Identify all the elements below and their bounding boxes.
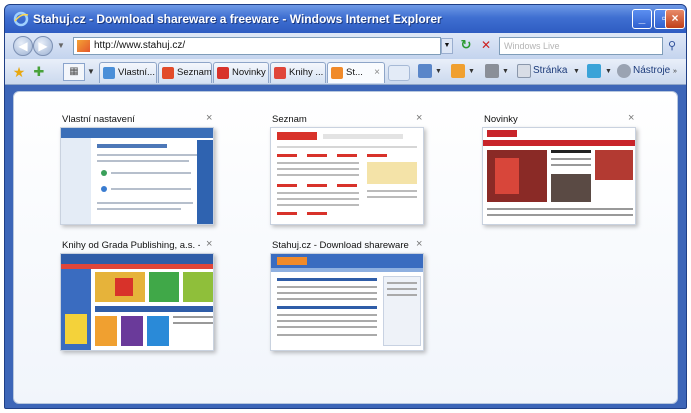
back-button[interactable]: ◀ bbox=[13, 36, 33, 56]
home-dropdown[interactable]: ▼ bbox=[435, 68, 442, 75]
page-dropdown[interactable]: ▼ bbox=[573, 68, 580, 75]
tab-label: Vlastní... bbox=[118, 67, 155, 78]
tab-label: St... bbox=[346, 67, 363, 78]
feeds-icon[interactable] bbox=[451, 64, 465, 78]
thumbnail-title: Stahuj.cz - Download shareware ... bbox=[272, 240, 410, 251]
page-menu[interactable]: Stránka bbox=[533, 65, 567, 76]
address-url: http://www.stahuj.cz/ bbox=[94, 40, 186, 51]
tab-knihy[interactable]: Knihy ... bbox=[270, 62, 326, 83]
quick-tab-thumbnail[interactable]: Stahuj.cz - Download shareware ... × bbox=[268, 238, 428, 358]
quick-tabs-button[interactable]: ▦ bbox=[63, 63, 85, 81]
forward-button[interactable]: ▶ bbox=[33, 36, 53, 56]
thumbnail-close-icon[interactable]: × bbox=[206, 238, 212, 250]
tab-favicon-icon bbox=[162, 67, 174, 79]
tab-favicon-icon bbox=[274, 67, 286, 79]
new-tab-button[interactable] bbox=[388, 65, 410, 81]
page-preview-image bbox=[482, 127, 636, 225]
tab-list-dropdown[interactable]: ▼ bbox=[87, 67, 95, 76]
stop-icon[interactable]: ✕ bbox=[478, 38, 494, 54]
quick-tab-thumbnail[interactable]: Seznam × bbox=[268, 112, 428, 232]
tools-gear-icon bbox=[617, 64, 631, 78]
thumbnail-close-icon[interactable]: × bbox=[416, 238, 422, 250]
recent-pages-dropdown[interactable]: ▼ bbox=[57, 41, 65, 50]
feeds-dropdown[interactable]: ▼ bbox=[468, 68, 475, 75]
search-placeholder: Windows Live bbox=[504, 41, 560, 51]
page-preview-image bbox=[60, 127, 214, 225]
tab-vlastni[interactable]: Vlastní... bbox=[99, 62, 157, 83]
internet-explorer-icon bbox=[13, 11, 29, 27]
tab-label: Knihy ... bbox=[289, 67, 324, 78]
tab-novinky[interactable]: Novinky bbox=[213, 62, 269, 83]
page-preview-image bbox=[270, 127, 424, 225]
tab-favicon-icon bbox=[331, 67, 343, 79]
address-input[interactable]: http://www.stahuj.cz/ bbox=[73, 37, 441, 55]
toolbar-overflow-chevron[interactable]: » bbox=[673, 68, 677, 75]
tools-menu[interactable]: Nástroje bbox=[633, 65, 670, 76]
quick-tabs-view: Vlastní nastavení × Seznam × Novinky × K… bbox=[13, 91, 678, 404]
research-icon[interactable] bbox=[587, 64, 601, 78]
research-dropdown[interactable]: ▼ bbox=[605, 68, 612, 75]
thumbnail-title: Knihy od Grada Publishing, a.s. - ... bbox=[62, 240, 200, 251]
search-icon[interactable]: ⚲ bbox=[665, 37, 679, 55]
add-favorite-icon[interactable]: ✚ bbox=[31, 64, 47, 80]
thumbnail-title: Novinky bbox=[484, 114, 518, 125]
quick-tab-thumbnail[interactable]: Vlastní nastavení × bbox=[58, 112, 218, 232]
tab-close-icon[interactable]: × bbox=[374, 63, 380, 82]
search-input[interactable]: Windows Live bbox=[499, 37, 663, 55]
refresh-icon[interactable]: ↻ bbox=[457, 37, 475, 55]
title-bar: Stahuj.cz - Download shareware a freewar… bbox=[5, 5, 686, 33]
minimize-button[interactable]: _ bbox=[632, 9, 652, 29]
thumbnail-close-icon[interactable]: × bbox=[628, 112, 634, 124]
print-icon[interactable] bbox=[485, 64, 499, 78]
thumbnail-close-icon[interactable]: × bbox=[206, 112, 212, 124]
home-icon[interactable] bbox=[418, 64, 432, 78]
thumbnail-title: Seznam bbox=[272, 114, 307, 125]
tab-favicon-icon bbox=[217, 67, 229, 79]
quick-tab-thumbnail[interactable]: Novinky × bbox=[480, 112, 640, 232]
tab-seznam[interactable]: Seznam bbox=[158, 62, 212, 83]
ie-window: Stahuj.cz - Download shareware a freewar… bbox=[4, 4, 687, 409]
address-toolbar: ◀ ▶ ▼ http://www.stahuj.cz/ ▼ ↻ ✕ Window… bbox=[5, 33, 686, 59]
tab-favicon-icon bbox=[103, 67, 115, 79]
page-preview-image bbox=[60, 253, 214, 351]
print-dropdown[interactable]: ▼ bbox=[502, 68, 509, 75]
tab-label: Seznam bbox=[177, 67, 212, 78]
close-window-button[interactable]: × bbox=[665, 9, 685, 29]
favorites-star-icon[interactable]: ★ bbox=[11, 64, 27, 80]
page-icon bbox=[517, 64, 531, 78]
thumbnail-close-icon[interactable]: × bbox=[416, 112, 422, 124]
site-favicon-icon bbox=[77, 40, 90, 52]
tab-stahuj[interactable]: St... × bbox=[327, 62, 385, 83]
tab-bar: ★ ✚ ▦ ▼ Vlastní... Seznam Novinky Knihy … bbox=[5, 59, 686, 85]
tab-label: Novinky bbox=[232, 67, 266, 78]
window-title: Stahuj.cz - Download shareware a freewar… bbox=[33, 12, 442, 26]
quick-tab-thumbnail[interactable]: Knihy od Grada Publishing, a.s. - ... × bbox=[58, 238, 218, 358]
thumbnail-title: Vlastní nastavení bbox=[62, 114, 135, 125]
address-dropdown-button[interactable]: ▼ bbox=[441, 38, 453, 54]
page-preview-image bbox=[270, 253, 424, 351]
